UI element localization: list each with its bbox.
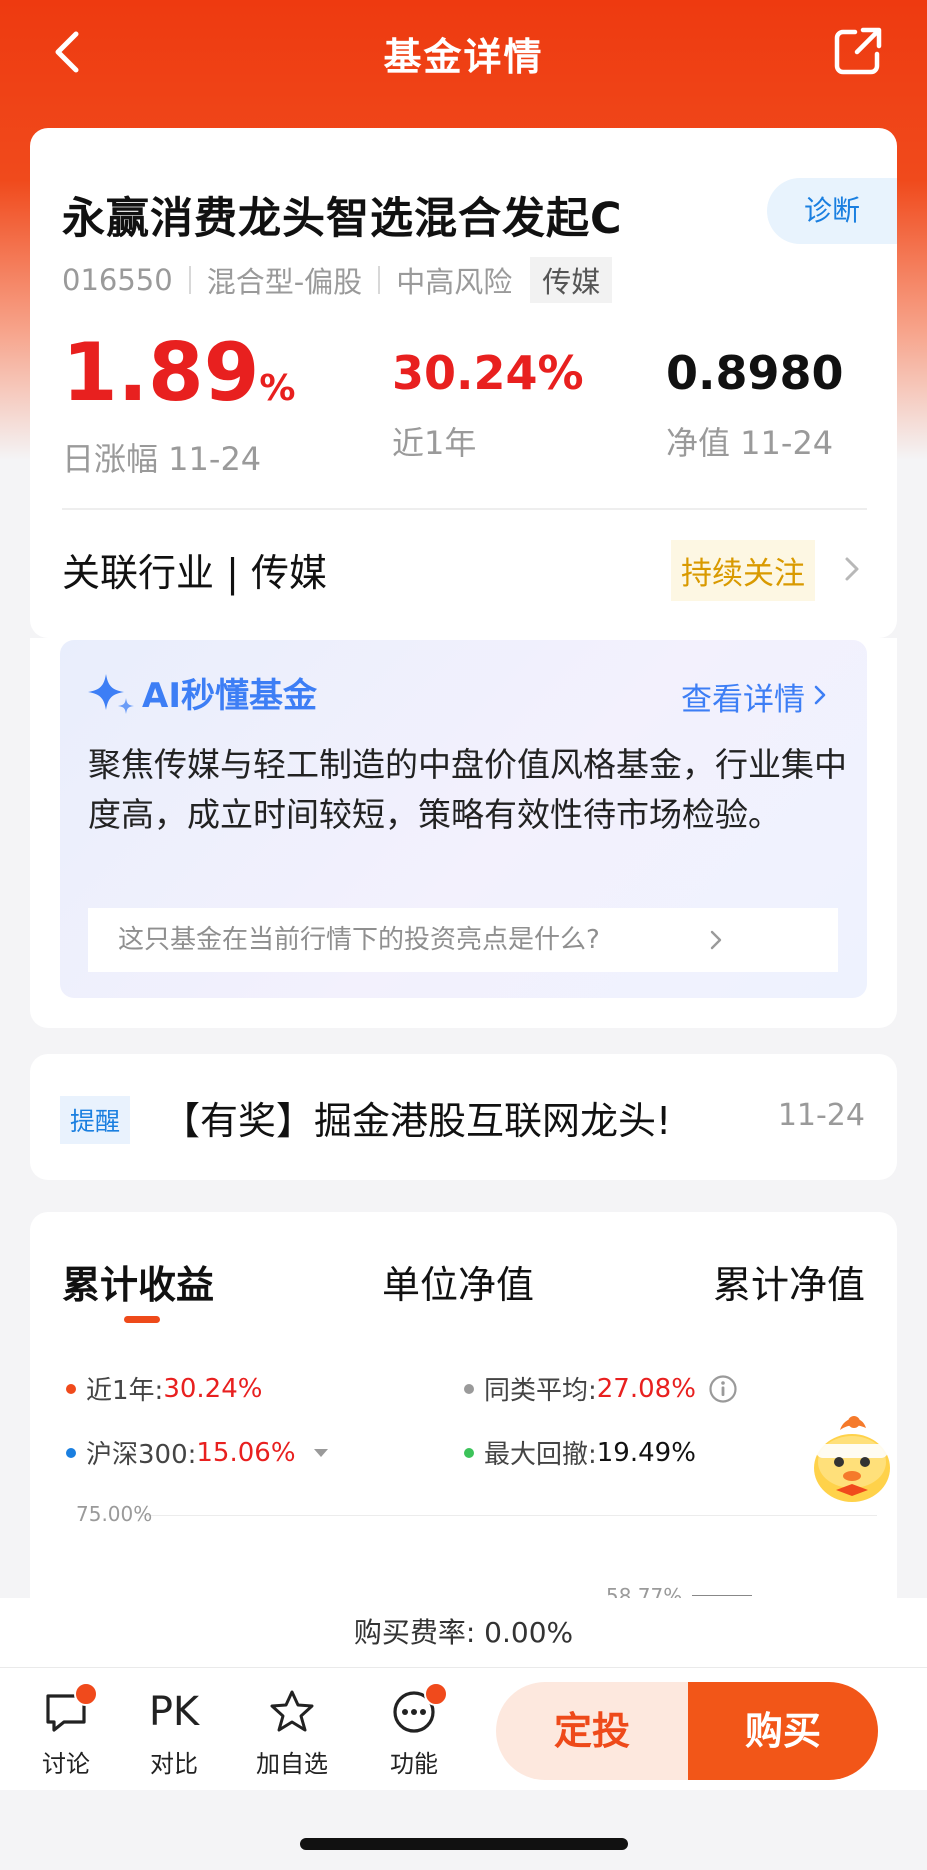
ai-title: AI秒懂基金 <box>142 676 317 716</box>
ai-summary-card: AI秒懂基金 查看详情 聚焦传媒与轻工制造的中盘价值风格基金，行业集中度高，成立… <box>60 640 867 998</box>
active-tab-indicator <box>124 1316 160 1323</box>
discuss-button[interactable]: 讨论 <box>26 1682 106 1779</box>
star-icon <box>270 1690 314 1732</box>
notice-card[interactable]: 提醒 【有奖】掘金港股互联网龙头! 11-24 <box>30 1054 897 1180</box>
ai-question-prompt[interactable]: 这只基金在当前行情下的投资亮点是什么? <box>88 908 838 972</box>
legend-csi300[interactable]: 沪深300: 15.06% <box>66 1434 328 1471</box>
one-year-value: 30.24% <box>392 346 584 400</box>
legend-dot <box>66 1447 76 1458</box>
assistant-mascot-icon[interactable] <box>806 1410 898 1506</box>
one-year-label: 近1年 <box>392 424 477 462</box>
diagnose-button[interactable]: 诊断 <box>767 178 897 244</box>
nav-label: 净值 11-24 <box>666 424 834 462</box>
ai-question-text: 这只基金在当前行情下的投资亮点是什么? <box>118 925 600 955</box>
follow-status-tag[interactable]: 持续关注 <box>671 540 815 601</box>
notice-text[interactable]: 【有奖】掘金港股互联网龙头! <box>162 1090 671 1145</box>
notification-dot <box>424 1682 448 1706</box>
meta-divider <box>188 266 191 294</box>
chevron-right-icon <box>710 930 722 950</box>
nav-bar: 基金详情 <box>0 0 927 104</box>
legend-value: 30.24% <box>163 1373 263 1404</box>
chevron-right-icon[interactable] <box>843 556 861 582</box>
watchlist-label: 加自选 <box>256 1750 328 1778</box>
page-title: 基金详情 <box>383 35 544 79</box>
notice-date: 11-24 <box>777 1098 865 1133</box>
functions-label: 功能 <box>390 1750 438 1778</box>
tab-unit-nav[interactable]: 单位净值 <box>382 1254 534 1309</box>
fund-summary-card: 永赢消费龙头智选混合发起C 诊断 016550 混合型-偏股 中高风险 传媒 1… <box>30 128 897 638</box>
performance-chart-card: 累计收益 单位净值 累计净值 近1年: 30.24% 同类平均: 27.08% … <box>30 1212 897 1632</box>
daily-change-unit: % <box>259 368 296 409</box>
add-watchlist-button[interactable]: 加自选 <box>252 1688 332 1779</box>
legend-label: 同类平均: <box>484 1376 597 1406</box>
legend-value: 19.49% <box>596 1437 696 1468</box>
fund-risk: 中高风险 <box>396 265 513 299</box>
legend-label: 近1年: <box>86 1376 164 1406</box>
nav-value: 0.8980 <box>666 346 844 400</box>
fund-theme-tag: 传媒 <box>530 257 613 303</box>
compare-button[interactable]: PK 对比 <box>134 1688 214 1779</box>
share-icon[interactable] <box>833 26 883 76</box>
legend-one-year: 近1年: 30.24% <box>66 1370 262 1407</box>
compare-label: 对比 <box>150 1750 198 1778</box>
legend-peer-average: 同类平均: 27.08% <box>464 1370 738 1407</box>
home-indicator[interactable] <box>300 1838 628 1850</box>
daily-change-stat: 1.89% 日涨幅 11-24 <box>62 328 295 480</box>
fund-meta: 016550 混合型-偏股 中高风险 传媒 <box>62 257 613 303</box>
legend-value: 15.06% <box>196 1437 296 1468</box>
card-divider <box>62 508 867 510</box>
legend-value: 27.08% <box>596 1373 696 1404</box>
y-axis-tick: 75.00% <box>76 1502 153 1526</box>
tab-cumulative-nav[interactable]: 累计净值 <box>713 1254 865 1309</box>
legend-label: 沪深300: <box>86 1440 197 1470</box>
home-indicator-area <box>0 1790 927 1870</box>
chart-peak-marker <box>692 1595 752 1596</box>
sip-button[interactable]: 定投 <box>496 1682 688 1780</box>
ai-view-details-link[interactable]: 查看详情 <box>681 674 805 719</box>
sparkle-icon <box>88 673 134 714</box>
bottom-action-bar: 讨论 PK 对比 加自选 功能 定投 购买 <box>0 1668 927 1790</box>
ai-summary-text: 聚焦传媒与轻工制造的中盘价值风格基金，行业集中度高，成立时间较短，策略有效性待市… <box>88 745 847 834</box>
legend-max-drawdown: 最大回撤: 19.49% <box>464 1434 696 1471</box>
discuss-label: 讨论 <box>42 1750 90 1778</box>
chevron-right-icon[interactable] <box>813 684 827 706</box>
legend-dot <box>464 1383 474 1394</box>
ai-header: AI秒懂基金 <box>88 668 317 717</box>
one-year-stat: 30.24% 近1年 <box>392 328 584 464</box>
nav-stat: 0.8980 净值 11-24 <box>666 328 844 464</box>
fund-name: 永赢消费龙头智选混合发起C <box>62 194 623 244</box>
daily-change-value: 1.89 <box>62 326 260 419</box>
legend-dot <box>464 1447 474 1458</box>
related-industry[interactable]: 关联行业 | 传媒 <box>62 542 327 597</box>
meta-divider <box>378 266 381 294</box>
buy-button[interactable]: 购买 <box>688 1682 878 1780</box>
notice-badge: 提醒 <box>60 1096 131 1144</box>
pk-icon: PK <box>148 1689 200 1735</box>
info-icon[interactable] <box>708 1374 738 1404</box>
purchase-fee-bar: 购买费率: 0.00% <box>0 1598 927 1668</box>
legend-dot <box>66 1383 76 1394</box>
functions-button[interactable]: 功能 <box>374 1682 454 1779</box>
chart-gridline <box>142 1515 877 1516</box>
tab-cumulative-return[interactable]: 累计收益 <box>62 1254 214 1309</box>
notification-dot <box>74 1682 98 1706</box>
caret-down-icon[interactable] <box>313 1448 328 1458</box>
daily-change-label: 日涨幅 11-24 <box>62 440 262 478</box>
fund-type: 混合型-偏股 <box>206 265 363 299</box>
fund-code: 016550 <box>62 263 173 297</box>
legend-label: 最大回撤: <box>484 1440 597 1470</box>
